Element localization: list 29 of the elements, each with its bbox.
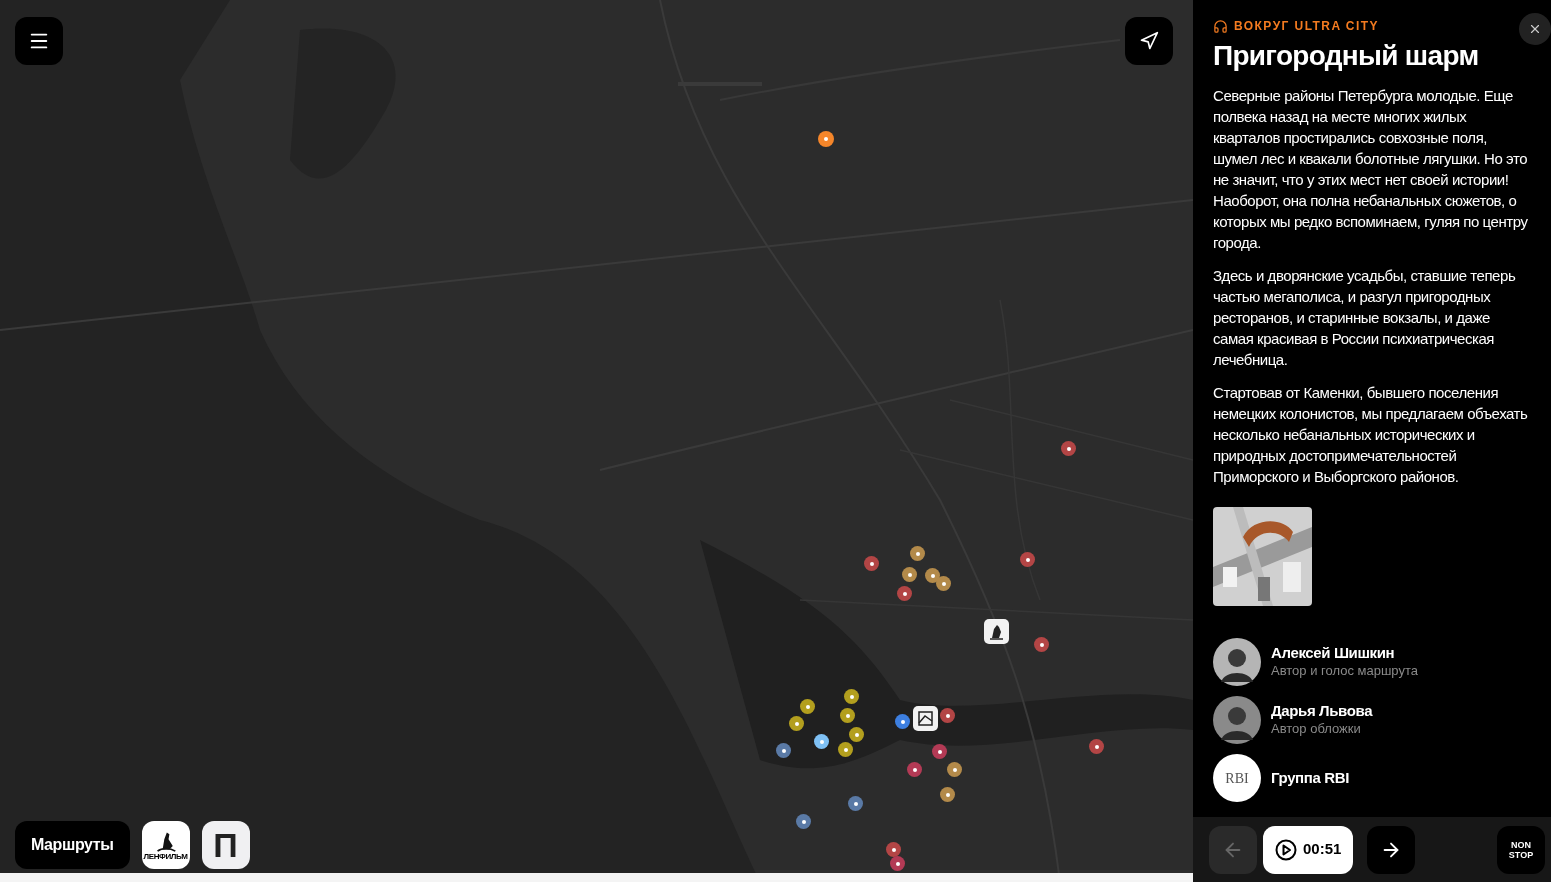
route-title: Пригородный шарм xyxy=(1213,39,1480,73)
partner-logo-button[interactable]: ЛЕНФИЛЬМ xyxy=(141,821,190,869)
nonstop-button[interactable]: NON STOP xyxy=(1497,825,1545,874)
partner-logo-button[interactable]: П xyxy=(201,821,250,869)
play-icon xyxy=(1275,838,1297,861)
logo-text: ЛЕНФИЛЬМ xyxy=(143,853,188,861)
description-paragraph: Здесь и дворянские усадьбы, ставшие теперь частью мегаполиса, и разгул пригородных ресторанов, и старинные вокзалы, и даже самая красивая в России психиатрическая лечебница. xyxy=(1213,266,1517,370)
routes-button[interactable]: Маршруты xyxy=(15,821,130,869)
close-icon xyxy=(1528,22,1542,36)
author-name: Дарья Львова xyxy=(1271,702,1373,720)
menu-button[interactable] xyxy=(15,17,63,65)
play-button[interactable]: 00:51 xyxy=(1263,825,1354,874)
avatar-icon xyxy=(1213,638,1261,686)
headphones-icon xyxy=(1213,18,1228,34)
author-role: Автор обложки xyxy=(1271,720,1362,738)
locate-button[interactable] xyxy=(1125,17,1173,65)
description-paragraph: Стартовав от Каменки, бывшего поселения немецких колонистов, мы предлагаем объехать несколько небанальных исторических и природных достопримечательностей Приморского и Выборгского районов. xyxy=(1213,383,1529,487)
avatar-icon xyxy=(1213,696,1261,744)
author-name: Группа RBI xyxy=(1271,769,1349,787)
image-icon[interactable] xyxy=(913,706,938,731)
description-paragraph: Северные районы Петербурга молодые. Еще полвека назад на месте многих жилых кварталов простирались совхозные поля, шумел лес и квакали болотные лягушки. Но это не значит, что у этих мест нет своей истории! Наоборот, она полна небанальных сюжетов, о которых мы редко вспоминаем, гуляя по центру города. xyxy=(1213,86,1529,253)
logo-text: RBI xyxy=(1225,769,1249,788)
series-label[interactable]: ВОКРУГ ULTRA CITY xyxy=(1234,17,1379,35)
author-name: Алексей Шишкин xyxy=(1271,644,1396,662)
horse-rider-icon[interactable] xyxy=(984,619,1009,644)
author-role: Автор и голос маршрута xyxy=(1271,662,1418,680)
next-button[interactable] xyxy=(1367,825,1416,874)
close-button[interactable] xyxy=(1519,13,1551,45)
navigation-icon xyxy=(1139,31,1159,51)
